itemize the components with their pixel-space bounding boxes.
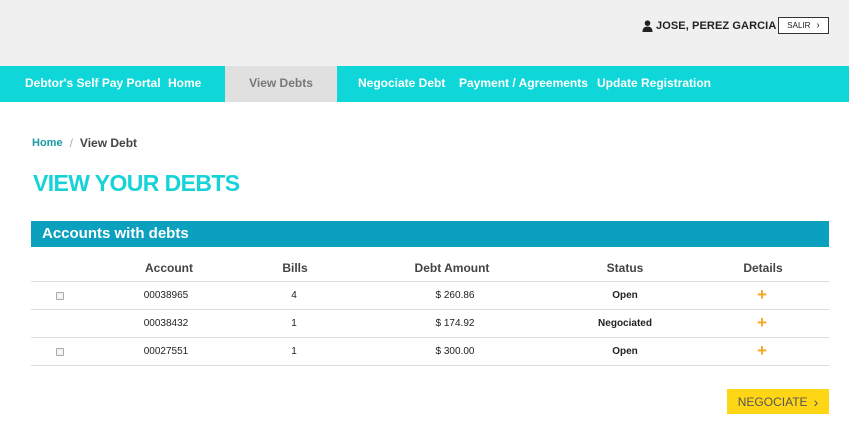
nav-item-home[interactable]: Home (168, 66, 201, 102)
bill-count: 1 (291, 318, 297, 329)
plus-icon[interactable]: + (757, 314, 767, 331)
breadcrumb-home-link[interactable]: Home (32, 137, 63, 149)
breadcrumb-current: View Debt (79, 136, 138, 150)
table-header-row: Account Bills Debt Amount Status Details (31, 248, 829, 282)
account-number: 00038965 (143, 290, 189, 301)
breadcrumb: Home / View Debt (32, 136, 137, 150)
debt-status: Negociated (598, 318, 652, 329)
nav-item-view-debts[interactable]: View Debts (225, 66, 337, 102)
page-title: VIEW YOUR DEBTS (33, 170, 240, 196)
nav-item-payment-agreements[interactable]: Payment / Agreements (459, 66, 588, 102)
bill-count: 1 (291, 346, 297, 357)
chevron-right-icon: › (813, 393, 819, 410)
nav-item-negotiate-debt[interactable]: Negociate Debt (358, 66, 445, 102)
debt-status: Open (612, 346, 638, 357)
main-nav: Debtor's Self Pay Portal Home View Debts… (0, 66, 849, 102)
plus-icon[interactable]: + (757, 342, 767, 359)
table-row: 00038432 1 $ 174.92 Negociated + (31, 310, 829, 338)
column-header-account: Account (145, 261, 193, 275)
column-header-details: Details (743, 261, 783, 275)
table-row: 00038965 4 $ 260.86 Open + (31, 282, 829, 310)
breadcrumb-separator: / (69, 136, 73, 150)
row-select-checkbox[interactable] (56, 348, 64, 356)
debt-amount: $ 174.92 (435, 318, 475, 329)
row-select-checkbox[interactable] (56, 292, 64, 300)
chevron-right-icon: › (816, 19, 820, 31)
bill-count: 4 (291, 290, 297, 301)
nav-item-update-registration[interactable]: Update Registration (597, 66, 711, 102)
plus-icon[interactable]: + (757, 286, 767, 303)
account-number: 00027551 (143, 346, 189, 357)
column-header-debt-amount: Debt Amount (414, 261, 490, 275)
account-number: 00038432 (143, 318, 189, 329)
debts-table: Account Bills Debt Amount Status Details… (31, 248, 829, 366)
table-row: 00027551 1 $ 300.00 Open + (31, 338, 829, 366)
user-name: JOSE, PEREZ GARCIA (656, 20, 777, 32)
negotiate-button[interactable]: NEGOCIATE › (727, 389, 829, 414)
debt-amount: $ 260.86 (435, 290, 475, 301)
user-info: JOSE, PEREZ GARCIA (642, 19, 776, 33)
accounts-panel-header: Accounts with debts (31, 221, 829, 247)
debt-amount: $ 300.00 (435, 346, 475, 357)
nav-brand[interactable]: Debtor's Self Pay Portal (25, 66, 161, 102)
top-bar: JOSE, PEREZ GARCIA SALIR › (0, 0, 849, 66)
debt-status: Open (612, 290, 638, 301)
logout-label: SALIR (787, 21, 811, 30)
negotiate-button-label: NEGOCIATE (737, 394, 808, 409)
column-header-bills: Bills (282, 261, 308, 275)
user-icon (642, 20, 653, 32)
column-header-status: Status (606, 261, 644, 275)
logout-button[interactable]: SALIR › (778, 17, 829, 34)
